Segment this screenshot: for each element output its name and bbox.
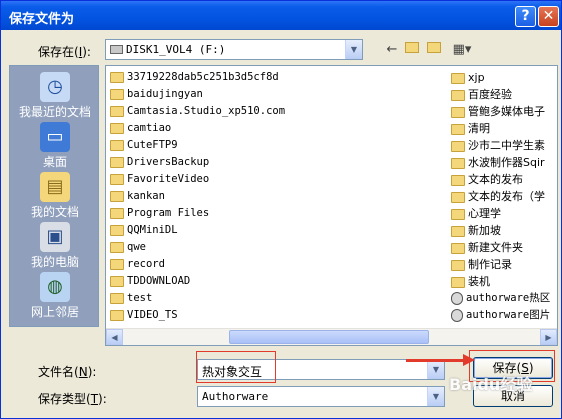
save-file-dialog: 保存文件为 ? ✕ 保存在(I): DISK1_VOL4 (F:) ▼ ← ▦▾… (0, 0, 562, 419)
folder-icon (110, 139, 124, 151)
file-item[interactable]: 水波制作器Sqir (451, 154, 557, 171)
place-network[interactable]: ◍ 网上邻居 (10, 270, 100, 320)
save-in-dropdown[interactable]: DISK1_VOL4 (F:) ▼ (105, 39, 363, 60)
file-column-left: 33719228dab5c251b3d5cf8d baidujingyan Camt… (110, 69, 450, 324)
close-button[interactable]: ✕ (538, 6, 559, 27)
folder-icon (110, 207, 124, 219)
folder-icon (451, 123, 465, 135)
drive-icon (110, 45, 123, 54)
file-item[interactable]: 百度经验 (451, 86, 557, 103)
folder-icon (451, 157, 465, 169)
file-list[interactable]: 33719228dab5c251b3d5cf8d baidujingyan Camt… (105, 65, 558, 346)
scroll-left-icon[interactable]: ◀ (106, 329, 123, 345)
folder-icon (110, 190, 124, 202)
chevron-down-icon[interactable]: ▼ (345, 40, 362, 59)
filename-label: 文件名(N): (38, 365, 97, 379)
file-item[interactable]: 心理学 (451, 205, 557, 222)
folder-icon (110, 292, 124, 304)
help-button[interactable]: ? (515, 6, 536, 27)
folder-icon (451, 140, 465, 152)
file-item[interactable]: Program Files (110, 205, 450, 222)
network-places-icon: ◍ (40, 272, 70, 302)
file-item[interactable]: record (110, 256, 450, 273)
folder-icon (451, 276, 465, 288)
folder-icon (110, 88, 124, 100)
folder-icon (451, 191, 465, 203)
up-folder-icon[interactable] (403, 41, 421, 59)
file-item[interactable]: xjp (451, 69, 557, 86)
folder-icon (451, 89, 465, 101)
file-item[interactable]: baidujingyan (110, 86, 450, 103)
file-item[interactable]: camtiao (110, 120, 450, 137)
recent-docs-icon: ◷ (40, 72, 70, 102)
place-my-documents[interactable]: ▤ 我的文档 (10, 170, 100, 220)
file-item[interactable]: 新加坡 (451, 222, 557, 239)
file-item[interactable]: VIDEO_TS (110, 307, 450, 324)
folder-icon (451, 208, 465, 220)
filetype-label: 保存类型(T): (38, 392, 107, 406)
title-bar: 保存文件为 ? ✕ (1, 1, 561, 30)
file-item[interactable]: test (110, 290, 450, 307)
file-item[interactable]: TDDOWNLOAD (110, 273, 450, 290)
file-item[interactable]: 制作记录 (451, 256, 557, 273)
file-item[interactable]: Camtasia.Studio_xp510.com (110, 103, 450, 120)
scroll-right-icon[interactable]: ▶ (540, 329, 557, 345)
back-icon[interactable]: ← (383, 41, 401, 59)
folder-icon (451, 106, 465, 118)
my-computer-icon: ▣ (40, 222, 70, 252)
chevron-down-icon[interactable]: ▼ (427, 360, 444, 379)
folder-icon (110, 71, 124, 83)
scroll-thumb[interactable] (229, 330, 429, 344)
folder-icon (451, 225, 465, 237)
file-item[interactable]: 沙市二中学生素 (451, 137, 557, 154)
folder-icon (110, 105, 124, 117)
folder-icon (451, 259, 465, 271)
desktop-icon: ▭ (40, 122, 70, 152)
file-item[interactable]: qwe (110, 239, 450, 256)
places-bar: ◷ 我最近的文档 ▭ 桌面 ▤ 我的文档 ▣ 我的电脑 ◍ 网上邻居 (9, 65, 99, 327)
horizontal-scrollbar[interactable]: ◀ ▶ (106, 328, 557, 345)
folder-icon (110, 173, 124, 185)
annotation-box-filename (196, 351, 276, 383)
file-icon (451, 308, 463, 322)
place-desktop[interactable]: ▭ 桌面 (10, 120, 100, 170)
file-item[interactable]: 文本的发布 (451, 171, 557, 188)
folder-icon (451, 72, 465, 84)
my-documents-icon: ▤ (40, 172, 70, 202)
view-menu-icon[interactable]: ▦▾ (449, 41, 475, 59)
file-item[interactable]: 文本的发布（学 (451, 188, 557, 205)
folder-icon (451, 242, 465, 254)
new-folder-icon[interactable] (425, 41, 443, 59)
watermark-logo: Baidu经验 (449, 375, 533, 394)
folder-icon (110, 309, 124, 321)
file-item[interactable]: authorware热区 (451, 290, 557, 307)
folder-icon (451, 174, 465, 186)
filetype-dropdown[interactable]: Authorware ▼ (197, 386, 445, 407)
folder-icon (110, 122, 124, 134)
file-item[interactable]: 管鲍多媒体电子 (451, 103, 557, 120)
chevron-down-icon[interactable]: ▼ (427, 387, 444, 406)
file-item[interactable]: FavoriteVideo (110, 171, 450, 188)
folder-icon (110, 275, 124, 287)
folder-icon (110, 258, 124, 270)
file-column-right: xjp 百度经验 管鲍多媒体电子 清明 沙市二中学生素 水波制作器Sqir 文本的发布 文本的… (451, 69, 557, 324)
file-item[interactable]: CuteFTP9 (110, 137, 450, 154)
place-recent[interactable]: ◷ 我最近的文档 (10, 70, 100, 120)
folder-icon (110, 156, 124, 168)
file-item[interactable]: authorware图片 (451, 307, 557, 324)
save-in-label: 保存在(I): (38, 45, 91, 59)
place-my-computer[interactable]: ▣ 我的电脑 (10, 220, 100, 270)
file-item[interactable]: 新建文件夹 (451, 239, 557, 256)
file-icon (451, 291, 463, 305)
annotation-arrow-line (406, 359, 466, 362)
dialog-title: 保存文件为 (9, 12, 75, 27)
file-item[interactable]: 清明 (451, 120, 557, 137)
folder-icon (110, 241, 124, 253)
file-item[interactable]: kankan (110, 188, 450, 205)
file-item[interactable]: DriversBackup (110, 154, 450, 171)
file-item[interactable]: 33719228dab5c251b3d5cf8d (110, 69, 450, 86)
file-item[interactable]: QQMiniDL (110, 222, 450, 239)
folder-icon (110, 224, 124, 236)
file-item[interactable]: 装机 (451, 273, 557, 290)
